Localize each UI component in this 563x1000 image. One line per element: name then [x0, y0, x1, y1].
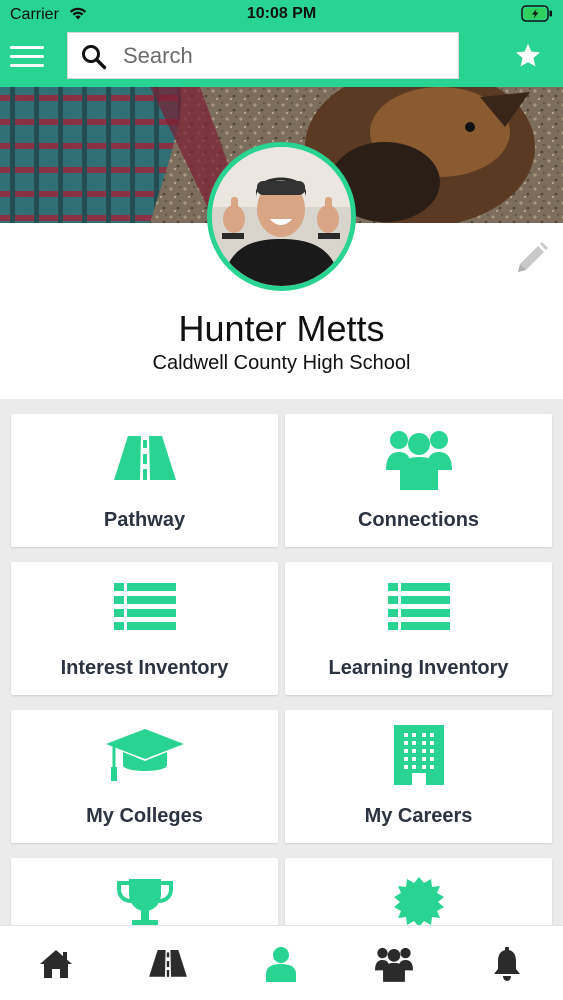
star-icon[interactable]: [514, 42, 542, 70]
badge-icon: [393, 877, 444, 927]
search-input[interactable]: [123, 39, 443, 73]
status-time: 10:08 PM: [246, 5, 317, 22]
list-icon: [387, 583, 450, 630]
tab-home[interactable]: [0, 926, 112, 1000]
battery-icon: [521, 5, 552, 22]
tile-label: My Colleges: [86, 805, 203, 827]
tile-my-careers[interactable]: My Careers: [285, 710, 552, 843]
bell-icon: [494, 946, 520, 981]
tab-profile[interactable]: [225, 926, 337, 1000]
profile-school: Caldwell County High School: [152, 352, 411, 374]
tile-learning-inventory[interactable]: Learning Inventory: [285, 562, 552, 695]
status-bar: Carrier 10:08 PM: [0, 0, 563, 30]
tab-connections[interactable]: [338, 926, 450, 1000]
building-icon: [393, 725, 444, 785]
tile-my-colleges[interactable]: My Colleges: [11, 710, 278, 843]
avatar[interactable]: [207, 142, 356, 291]
tile-label: Interest Inventory: [60, 657, 229, 679]
tile-interest-inventory[interactable]: Interest Inventory: [11, 562, 278, 695]
tab-pathway[interactable]: [112, 926, 224, 1000]
trophy-icon: [116, 879, 173, 928]
tile-label: Pathway: [103, 509, 186, 531]
edit-pencil-icon[interactable]: [514, 240, 550, 276]
tile-connections[interactable]: Connections: [285, 414, 552, 547]
graduation-cap-icon: [105, 729, 184, 781]
tile-label: My Careers: [364, 805, 473, 827]
menu-button[interactable]: [10, 44, 44, 70]
tile-label: Learning Inventory: [328, 657, 509, 679]
user-icon: [266, 946, 296, 982]
road-icon: [113, 436, 176, 480]
home-icon: [40, 949, 72, 978]
list-icon: [113, 583, 176, 630]
people-group-icon: [375, 947, 413, 982]
profile-name: Hunter Metts: [178, 308, 385, 349]
search-icon: [82, 45, 107, 70]
search-bar[interactable]: [67, 32, 459, 79]
tab-notifications[interactable]: [451, 926, 563, 1000]
top-nav-bar: [0, 30, 563, 87]
bottom-tab-bar: [0, 925, 563, 1000]
road-icon: [149, 949, 187, 977]
people-group-icon: [385, 431, 452, 490]
tile-label: Connections: [357, 509, 480, 531]
tile-pathway[interactable]: Pathway: [11, 414, 278, 547]
